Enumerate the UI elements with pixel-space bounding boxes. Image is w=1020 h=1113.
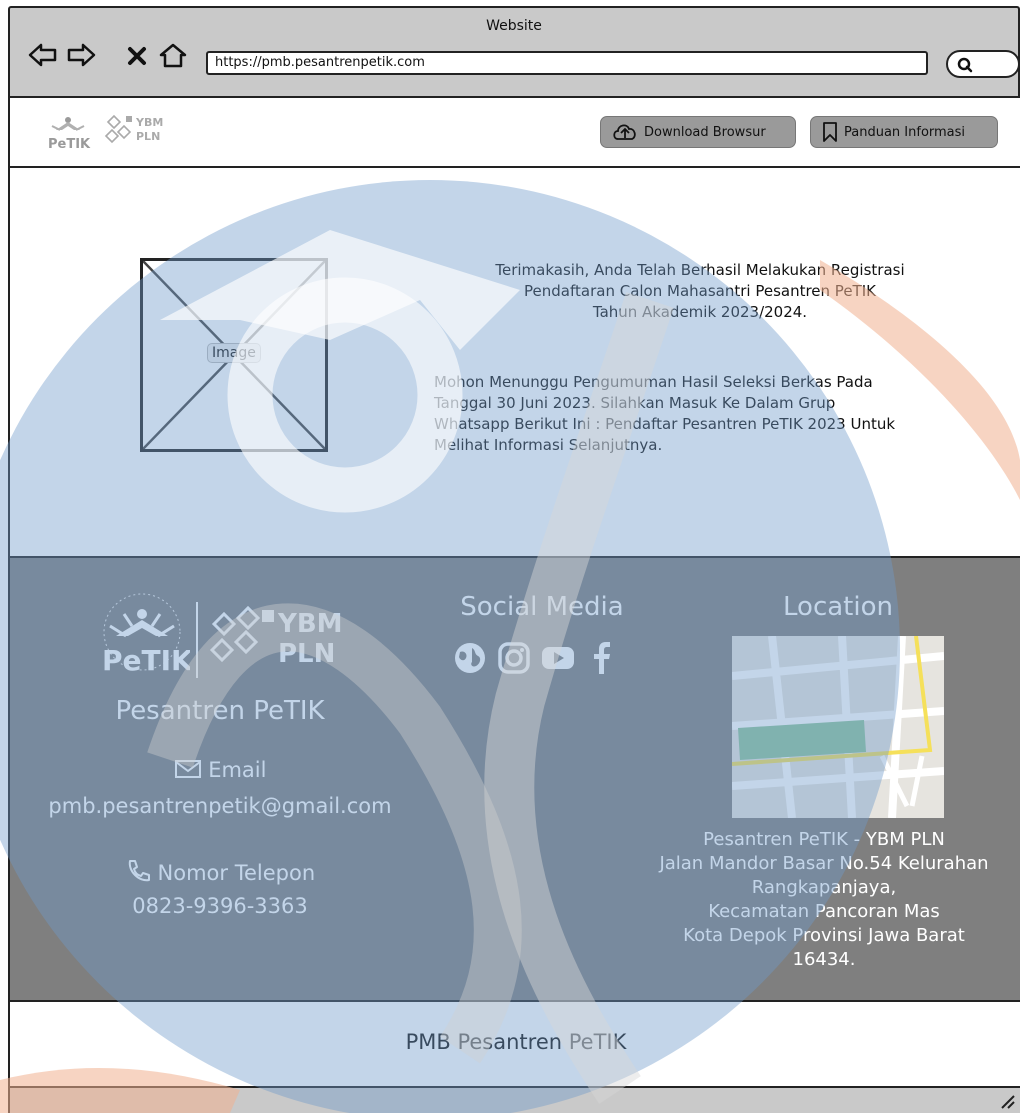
footer-org-name: Pesantren PeTIK <box>115 696 325 726</box>
globe-icon[interactable] <box>452 640 488 676</box>
phone-icon <box>128 860 150 882</box>
footer-ybm-pln-logo: YBM PLN <box>209 605 343 669</box>
pln-text: PLN <box>136 130 160 143</box>
mail-icon <box>174 760 201 778</box>
footer-ybm-text: YBM <box>277 609 343 639</box>
address-line: Pesantren PeTIK - YBM PLN <box>703 829 945 850</box>
url-bar[interactable]: https://pmb.pesantrenpetik.com <box>206 51 928 75</box>
footer-petik-logo: PeTIK <box>102 593 190 677</box>
forward-icon[interactable] <box>66 42 96 68</box>
cloud-upload-icon <box>613 124 636 140</box>
address-line: Rangkapanjaya, <box>751 877 897 898</box>
ybm-text: YBM <box>135 116 163 129</box>
message-line: Tahun Akademik 2023/2024. <box>592 303 808 321</box>
email-address[interactable]: pmb.pesantrenpetik@gmail.com <box>10 794 430 818</box>
download-brochure-label: Download Browsur <box>644 124 766 140</box>
stop-icon[interactable] <box>122 42 152 68</box>
address-line: Kecamatan Pancoran Mas <box>708 901 940 922</box>
download-brochure-button[interactable]: Download Browsur <box>600 116 796 148</box>
email-heading: Email <box>10 758 430 782</box>
info-line: Melihat Informasi Selanjutnya. <box>434 436 663 454</box>
location-title: Location <box>783 592 893 622</box>
instagram-icon[interactable] <box>496 640 532 676</box>
main-content: Image Terimakasih, Anda Telah Berhasil M… <box>8 168 1020 556</box>
phone-number[interactable]: 0823-9396-3363 <box>10 894 430 918</box>
ybm-pln-logo[interactable]: YBM PLN <box>104 112 176 148</box>
facebook-icon[interactable] <box>584 640 620 676</box>
announcement-info: Mohon Menunggu Pengumuman Hasil Seleksi … <box>434 372 994 456</box>
status-bar <box>8 1086 1020 1113</box>
home-icon[interactable] <box>158 42 188 68</box>
search-button[interactable] <box>946 50 1020 78</box>
window-title: Website <box>486 18 542 34</box>
social-media-links <box>452 640 620 676</box>
phone-heading: Nomor Telepon <box>10 858 430 885</box>
image-placeholder: Image <box>140 258 328 452</box>
map-illustration <box>732 636 944 818</box>
browser-window: Website https://pmb.pesantrenpetik.com <box>8 6 1020 96</box>
info-line: Whatsapp Berikut Ini : Pendaftar Pesantr… <box>434 415 896 433</box>
youtube-icon[interactable] <box>540 640 576 676</box>
site-footer: PeTIK YBM PLN Pesantren PeTIK Email pmb.… <box>8 556 1020 1002</box>
message-line: Pendaftaran Calon Mahasantri Pesantren P… <box>524 282 876 300</box>
bookmark-icon <box>823 122 837 142</box>
registration-success-message: Terimakasih, Anda Telah Berhasil Melakuk… <box>420 260 980 323</box>
back-icon[interactable] <box>28 42 58 68</box>
copyright-text: PMB Pesantren PeTIK <box>405 1030 627 1054</box>
petik-logo[interactable]: PeTIK <box>44 108 92 152</box>
footer-petik-logo-text: PeTIK <box>102 644 190 677</box>
info-line: Mohon Menunggu Pengumuman Hasil Seleksi … <box>434 373 873 391</box>
email-label: Email <box>208 758 267 782</box>
footer-pln-text: PLN <box>278 639 335 669</box>
social-media-title: Social Media <box>460 592 624 622</box>
petik-logo-text: PeTIK <box>48 137 91 152</box>
site-header: PeTIK YBM PLN Download Browsur Panduan I… <box>8 96 1020 168</box>
address: Pesantren PeTIK - YBM PLN Jalan Mandor B… <box>624 828 1020 972</box>
copyright-bar: PMB Pesantren PeTIK <box>8 1002 1020 1086</box>
panduan-informasi-label: Panduan Informasi <box>844 124 966 140</box>
panduan-informasi-button[interactable]: Panduan Informasi <box>810 116 998 148</box>
address-line: Jalan Mandor Basar No.54 Kelurahan <box>659 853 989 874</box>
message-line: Terimakasih, Anda Telah Berhasil Melakuk… <box>495 261 905 279</box>
address-line: Kota Depok Provinsi Jawa Barat <box>683 925 965 946</box>
address-line: 16434. <box>792 949 856 970</box>
info-line: Tanggal 30 Juni 2023. Silahkan Masuk Ke … <box>434 394 836 412</box>
image-label: Image <box>207 343 261 363</box>
search-icon <box>957 57 973 73</box>
resize-grip-icon[interactable] <box>996 1090 1016 1110</box>
phone-label: Nomor Telepon <box>157 861 316 885</box>
location-map[interactable] <box>732 636 944 818</box>
logo-divider <box>196 602 198 678</box>
